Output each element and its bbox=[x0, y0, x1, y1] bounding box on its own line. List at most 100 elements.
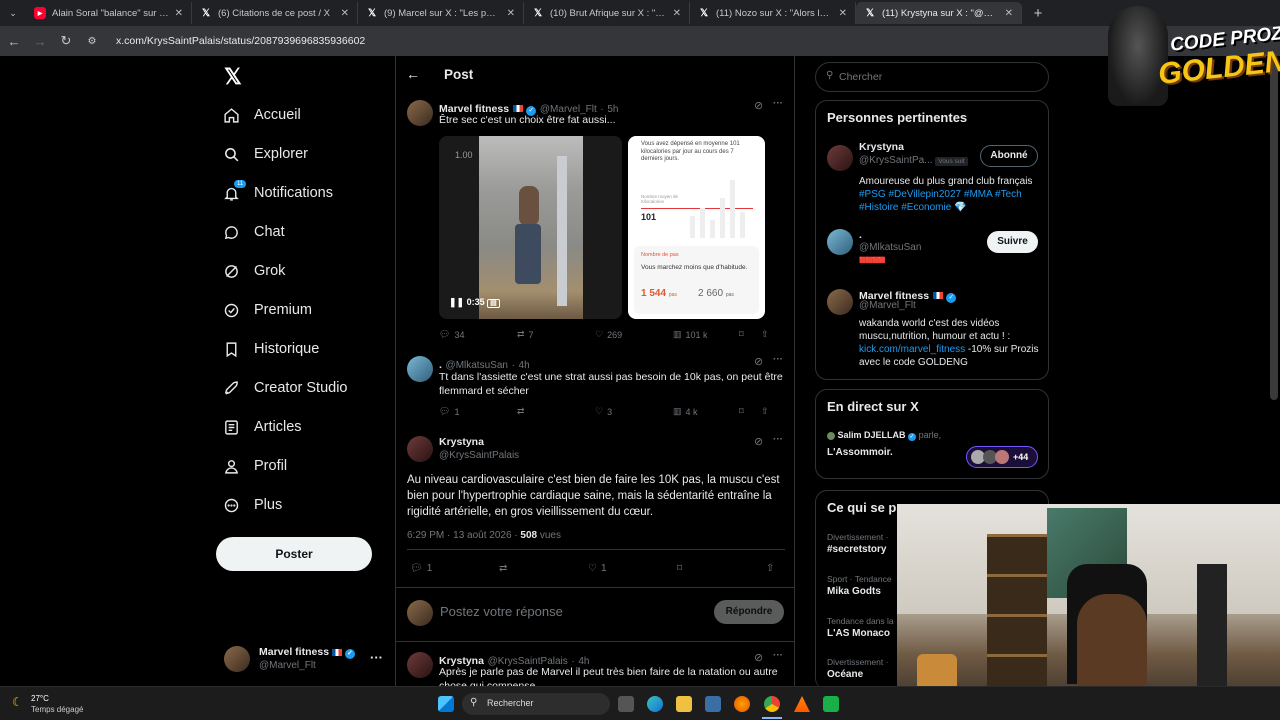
person-name[interactable]: . bbox=[859, 229, 862, 241]
reply-button[interactable]: 💬︎ 1 bbox=[410, 563, 499, 574]
back-arrow-icon[interactable]: ← bbox=[406, 66, 420, 82]
firefox-icon[interactable] bbox=[734, 696, 750, 712]
file-explorer-icon[interactable] bbox=[676, 696, 692, 712]
nav-item-profil[interactable]: Profil bbox=[222, 453, 287, 479]
tweet-time[interactable]: 4h bbox=[519, 360, 530, 371]
avatar[interactable] bbox=[407, 436, 433, 462]
more-icon[interactable]: ··· bbox=[773, 98, 783, 109]
close-icon[interactable]: ✕ bbox=[673, 8, 681, 19]
nav-item-grok[interactable]: Grok bbox=[222, 258, 285, 284]
views-button[interactable]: ▥ 101 k bbox=[673, 329, 739, 340]
following-button[interactable]: Abonné bbox=[980, 145, 1038, 167]
like-button[interactable]: ♡ 1 bbox=[588, 563, 677, 574]
share-icon[interactable]: ⇧ bbox=[761, 329, 769, 340]
back-arrow-icon[interactable]: ← bbox=[6, 34, 22, 49]
browser-tab[interactable]: ▶ Alain Soral "balance" sur Vincen ✕ bbox=[26, 2, 192, 24]
nav-item-creator-studio[interactable]: Creator Studio bbox=[222, 375, 348, 401]
trend-item[interactable]: Divertissement · Océane bbox=[827, 657, 888, 680]
nav-item-notifications[interactable]: 11 Notifications bbox=[222, 180, 333, 206]
reply-button[interactable]: 💬︎ 1 bbox=[439, 406, 517, 417]
close-icon[interactable]: ✕ bbox=[839, 8, 847, 19]
avatar[interactable] bbox=[407, 652, 433, 678]
nav-item-explorer[interactable]: Explorer bbox=[222, 141, 308, 167]
close-icon[interactable]: ✕ bbox=[341, 8, 349, 19]
close-icon[interactable]: ✕ bbox=[175, 8, 183, 19]
bookmark-icon[interactable]: ⌑ bbox=[677, 563, 766, 574]
pause-icon[interactable]: ❚❚ bbox=[449, 297, 464, 307]
search-box[interactable]: ⚲ Chercher bbox=[815, 62, 1049, 92]
weather-desc[interactable]: Temps dégagé bbox=[31, 705, 83, 714]
nav-item-accueil[interactable]: Accueil bbox=[222, 102, 301, 128]
reply-button[interactable]: Répondre bbox=[714, 600, 784, 624]
repost-button[interactable]: ⇄ bbox=[517, 406, 595, 417]
bio-hashtags[interactable]: #PSG #DeVillepin2027 #MMA #Tech #Histoir… bbox=[859, 189, 1022, 213]
new-tab-icon[interactable]: + bbox=[1030, 5, 1046, 22]
windows-start-icon[interactable] bbox=[438, 696, 454, 712]
url-field[interactable]: x.com/KrysSaintPalais/status/20879396968… bbox=[116, 35, 365, 47]
more-icon[interactable]: ··· bbox=[773, 650, 783, 661]
more-icon[interactable]: ··· bbox=[773, 434, 783, 445]
tweet-video[interactable]: 1.00 ❚❚ 0:35 ▤ bbox=[439, 136, 622, 319]
bookmark-icon[interactable]: ⌑ bbox=[739, 406, 761, 417]
avatar[interactable] bbox=[827, 229, 853, 255]
trend-item[interactable]: Sport · Tendance Mika Godts bbox=[827, 574, 892, 597]
search-input[interactable]: Chercher bbox=[839, 71, 882, 83]
tab-list-icon[interactable]: ⌄ bbox=[0, 8, 26, 19]
tweet[interactable]: Krystyna @KrysSaintPalais · 4h ⊘ ··· Apr… bbox=[396, 648, 794, 686]
grok-icon[interactable]: ⊘ bbox=[754, 651, 763, 664]
author-name[interactable]: . bbox=[439, 359, 442, 371]
repost-button[interactable]: ⇄ bbox=[499, 563, 588, 574]
like-button[interactable]: ♡ 3 bbox=[595, 406, 673, 417]
video-controls[interactable]: ❚❚ 0:35 ▤ bbox=[449, 297, 500, 308]
reply-button[interactable]: 💬︎ 34 bbox=[439, 329, 517, 340]
trend-item[interactable]: Divertissement · #secretstory bbox=[827, 532, 888, 555]
browser-tab[interactable]: 𝕏 (11) Nozo sur X : "Alors là Rima ✕ bbox=[690, 2, 856, 24]
author-handle[interactable]: @KrysSaintPalais bbox=[439, 450, 519, 461]
follow-button[interactable]: Suivre bbox=[987, 231, 1038, 253]
nav-item-chat[interactable]: Chat bbox=[222, 219, 285, 245]
grok-icon[interactable]: ⊘ bbox=[754, 99, 763, 112]
nav-item-plus[interactable]: Plus bbox=[222, 492, 282, 518]
nav-item-premium[interactable]: Premium bbox=[222, 297, 312, 323]
avatar[interactable] bbox=[407, 100, 433, 126]
repost-button[interactable]: ⇄ 7 bbox=[517, 329, 595, 340]
bio-link[interactable]: kick.com/marvel_fitness bbox=[859, 344, 965, 355]
person-name[interactable]: Krystyna bbox=[859, 141, 904, 153]
share-icon[interactable]: ⇧ bbox=[766, 563, 774, 574]
share-icon[interactable]: ⇧ bbox=[761, 406, 769, 417]
reload-icon[interactable]: ↻ bbox=[58, 33, 74, 49]
taskbar-search[interactable]: ⚲ Rechercher bbox=[462, 693, 610, 715]
close-icon[interactable]: ✕ bbox=[1005, 8, 1013, 19]
views-button[interactable]: ▥ 4 k bbox=[673, 406, 739, 417]
tweet[interactable]: . @MlkatsuSan · 4h ⊘ ··· Tt dans l'assie… bbox=[396, 352, 794, 422]
browser-tab[interactable]: 𝕏 (9) Marcel sur X : "Les pompier ✕ bbox=[358, 2, 524, 24]
more-icon[interactable]: ··· bbox=[370, 650, 383, 665]
grok-icon[interactable]: ⊘ bbox=[754, 435, 763, 448]
chrome-icon[interactable] bbox=[764, 696, 780, 712]
space-title[interactable]: L'Assommoir. bbox=[827, 447, 893, 458]
person-handle[interactable]: @Marvel_Flt bbox=[859, 300, 916, 311]
bookmark-icon[interactable]: ⌑ bbox=[739, 329, 761, 340]
live-listeners[interactable]: +44 bbox=[966, 446, 1038, 468]
nav-item-historique[interactable]: Historique bbox=[222, 336, 319, 362]
host-name[interactable]: Salim DJELLAB bbox=[838, 430, 906, 440]
avatar[interactable] bbox=[827, 289, 853, 315]
site-settings-icon[interactable]: ⚙ bbox=[84, 36, 100, 47]
post-button[interactable]: Poster bbox=[216, 537, 372, 571]
browser-tab[interactable]: 𝕏 (6) Citations de ce post / X ✕ bbox=[192, 2, 358, 24]
more-icon[interactable]: ··· bbox=[773, 354, 783, 365]
tweet-image[interactable]: Vous avez dépensé en moyenne 101 kilocal… bbox=[628, 136, 765, 319]
browser-tab[interactable]: 𝕏 (10) Brut Afrique sur X : "cr En ✕ bbox=[524, 2, 690, 24]
store-icon[interactable] bbox=[705, 696, 721, 712]
tweet[interactable]: Marvel fitness ✓ @Marvel_Flt · 5h ⊘ ··· … bbox=[396, 96, 794, 346]
author-handle[interactable]: @MlkatsuSan bbox=[446, 360, 508, 371]
weather-temp[interactable]: 27°C bbox=[31, 694, 49, 703]
author-name[interactable]: Krystyna bbox=[439, 436, 484, 448]
reply-input[interactable]: Postez votre réponse bbox=[440, 604, 563, 619]
task-view-icon[interactable] bbox=[618, 696, 634, 712]
trend-item[interactable]: Tendance dans la L'AS Monaco bbox=[827, 616, 894, 639]
close-icon[interactable]: ✕ bbox=[507, 8, 515, 19]
edge-icon[interactable] bbox=[647, 696, 663, 712]
like-button[interactable]: ♡ 269 bbox=[595, 329, 673, 340]
person-handle[interactable]: @MlkatsuSan bbox=[859, 242, 921, 253]
